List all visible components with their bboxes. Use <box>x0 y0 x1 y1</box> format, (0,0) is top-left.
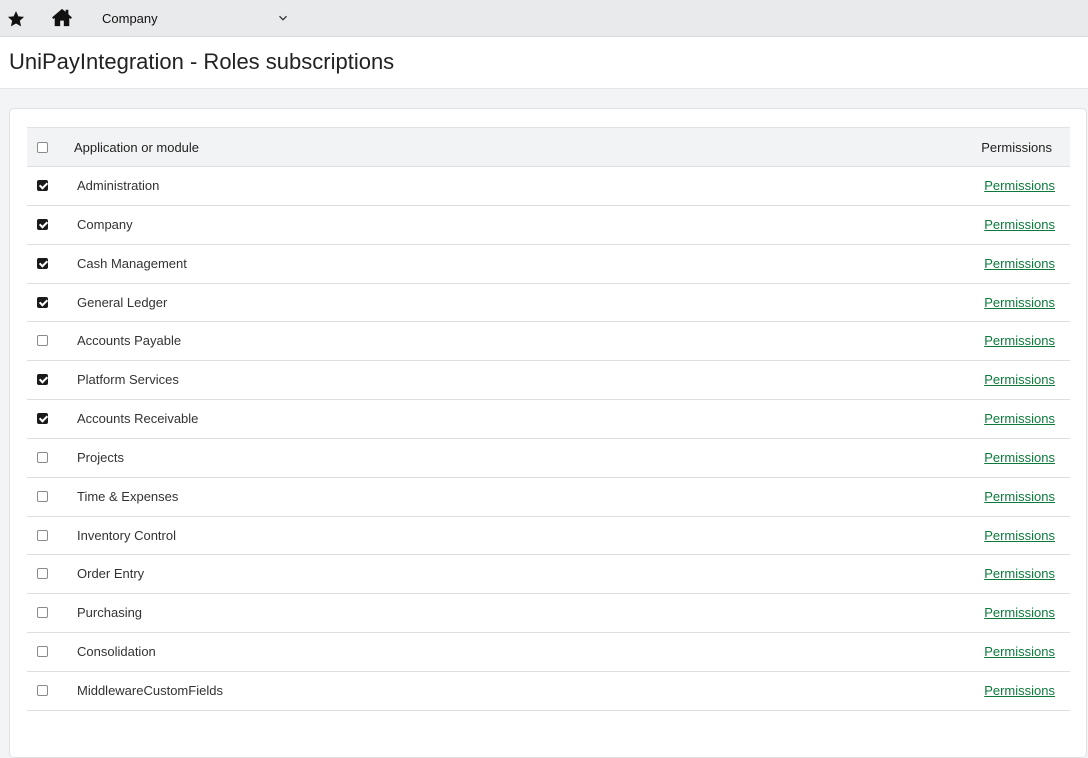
permissions-link[interactable]: Permissions <box>984 333 1055 348</box>
module-name: Administration <box>77 178 160 193</box>
row-checkbox[interactable] <box>37 490 48 502</box>
star-icon[interactable] <box>6 9 26 29</box>
company-dropdown[interactable]: Company <box>92 4 298 32</box>
page-title: UniPayIntegration - Roles subscriptions <box>9 49 395 74</box>
subscriptions-panel: Application or module Permissions Admini… <box>9 108 1087 758</box>
module-name: Accounts Payable <box>77 333 182 349</box>
row-checkbox[interactable] <box>37 296 48 308</box>
row-checkbox[interactable] <box>37 413 48 425</box>
module-name: Time & Expenses <box>77 488 179 504</box>
row-checkbox[interactable] <box>37 180 48 191</box>
permissions-link[interactable]: Permissions <box>984 683 1055 698</box>
table-row: Accounts Payable Permissions <box>27 322 1070 362</box>
column-header-permissions: Permissions <box>981 140 1052 155</box>
table-row: General Ledger Permissions <box>27 283 1070 323</box>
table-header: Application or module Permissions <box>27 127 1070 167</box>
table-row: Order Entry Permissions <box>27 555 1070 595</box>
table-row: Cash Management Permissions <box>27 244 1070 284</box>
permissions-link[interactable]: Permissions <box>984 217 1055 232</box>
table-row: Projects Permissions <box>27 438 1070 478</box>
permissions-link[interactable]: Permissions <box>984 411 1055 426</box>
home-icon[interactable] <box>51 7 73 27</box>
top-navigation-bar: Company <box>0 0 1088 37</box>
module-name: Purchasing <box>77 605 143 621</box>
table-row: Accounts Receivable Permissions <box>27 400 1070 439</box>
permissions-link[interactable]: Permissions <box>984 295 1055 310</box>
module-name: Cash Management <box>77 255 187 271</box>
chevron-down-icon <box>279 15 287 21</box>
module-name: Inventory Control <box>77 527 176 543</box>
module-name: General Ledger <box>77 294 168 310</box>
permissions-link[interactable]: Permissions <box>984 566 1055 581</box>
table-row: Company Permissions <box>27 205 1070 245</box>
module-name: Company <box>77 216 133 232</box>
module-name: Order Entry <box>77 566 145 582</box>
table-row: Time & Expenses Permissions <box>27 477 1070 517</box>
table-row: Consolidation Permissions <box>27 633 1070 672</box>
module-name: Platform Services <box>77 372 179 388</box>
table-row: Platform Services Permissions <box>27 361 1070 401</box>
row-checkbox[interactable] <box>37 257 48 269</box>
row-checkbox[interactable] <box>37 335 48 347</box>
subscriptions-table: Application or module Permissions Admini… <box>27 127 1070 711</box>
permissions-link[interactable]: Permissions <box>984 256 1055 271</box>
permissions-link[interactable]: Permissions <box>984 450 1055 465</box>
table-row: Purchasing Permissions <box>27 594 1070 634</box>
module-name: Consolidation <box>77 644 156 660</box>
table-body: Administration Permissions Company Permissi… <box>27 167 1070 711</box>
row-checkbox[interactable] <box>37 568 48 580</box>
row-checkbox[interactable] <box>37 218 48 230</box>
permissions-link[interactable]: Permissions <box>984 605 1055 620</box>
module-name: Accounts Receivable <box>77 411 199 427</box>
module-name: Projects <box>77 449 124 465</box>
row-checkbox[interactable] <box>37 374 48 386</box>
row-checkbox[interactable] <box>37 529 48 541</box>
page-header: UniPayIntegration - Roles subscriptions <box>0 37 1088 89</box>
permissions-link[interactable]: Permissions <box>984 528 1055 543</box>
permissions-link[interactable]: Permissions <box>984 178 1055 193</box>
permissions-link[interactable]: Permissions <box>984 644 1055 659</box>
row-checkbox[interactable] <box>37 684 48 696</box>
row-checkbox[interactable] <box>37 607 48 619</box>
row-checkbox[interactable] <box>37 646 48 658</box>
permissions-link[interactable]: Permissions <box>984 372 1055 387</box>
table-row: MiddlewareCustomFields Permissions <box>27 671 1070 711</box>
module-name: MiddlewareCustomFields <box>77 682 223 698</box>
column-header-application: Application or module <box>74 140 200 155</box>
company-dropdown-value: Company <box>102 11 158 26</box>
row-checkbox[interactable] <box>37 451 48 463</box>
permissions-link[interactable]: Permissions <box>984 489 1055 504</box>
table-row: Administration Permissions <box>27 167 1070 206</box>
select-all-checkbox[interactable] <box>37 142 48 153</box>
table-row: Inventory Control Permissions <box>27 516 1070 556</box>
